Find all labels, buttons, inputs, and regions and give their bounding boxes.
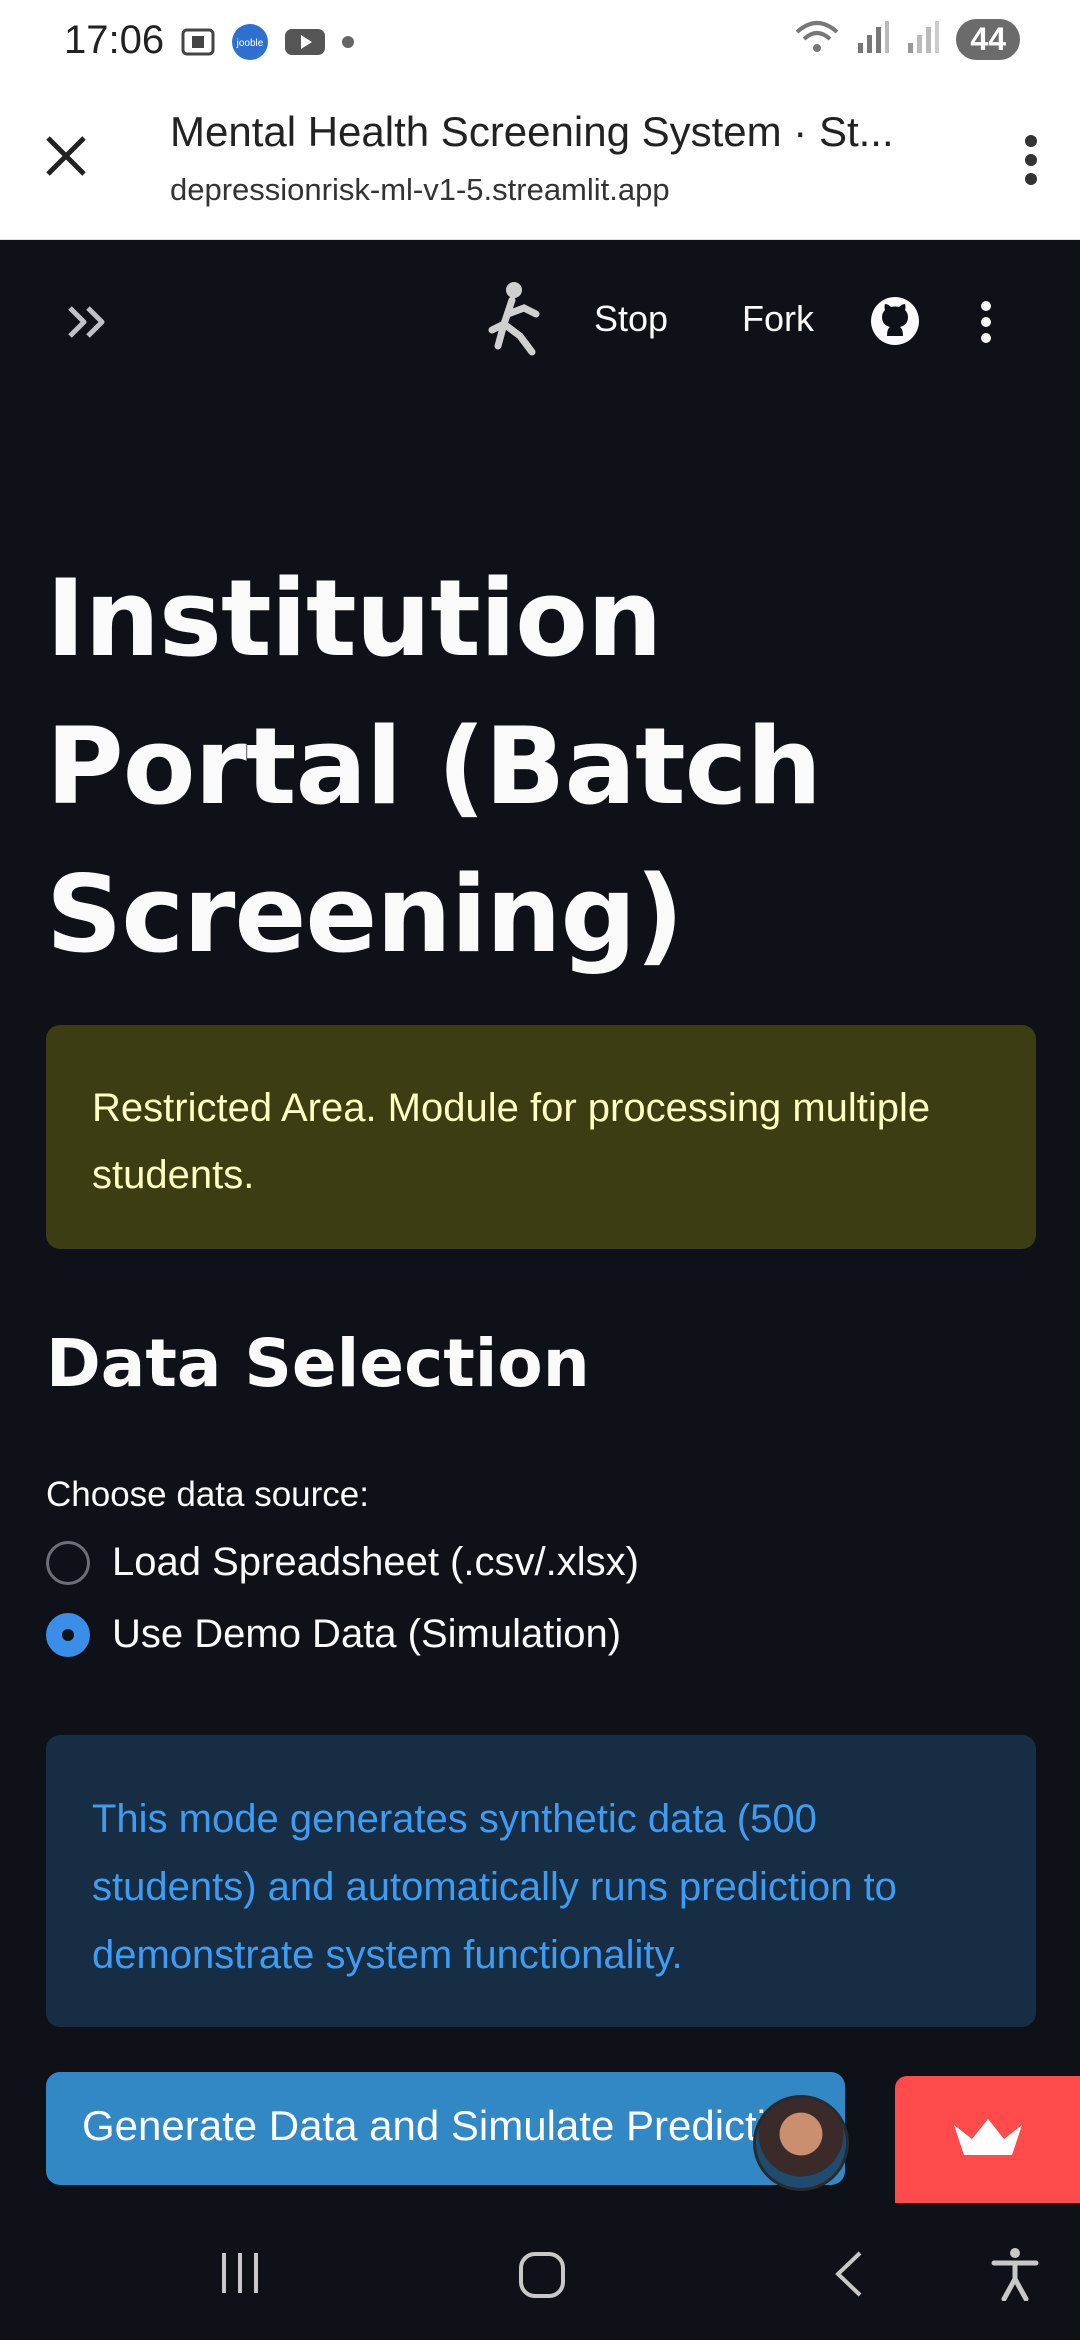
notification-icons: jooble	[180, 22, 356, 67]
section-heading: Data Selection	[46, 1325, 590, 1402]
page-title: Institution Portal (Batch Screening)	[46, 557, 822, 976]
github-icon[interactable]	[870, 296, 920, 351]
button-label: Generate Data and Simulate Predicti	[82, 2102, 767, 2149]
home-icon[interactable]	[518, 2251, 566, 2304]
status-bar: 17:06 jooble 44	[0, 0, 1080, 88]
youtube-icon	[284, 26, 326, 63]
streamlit-logo-badge[interactable]	[895, 2076, 1080, 2203]
screenshot-icon	[180, 24, 216, 65]
info-text: This mode generates synthetic data (500 …	[92, 1797, 897, 1977]
stop-button[interactable]: Stop	[594, 298, 668, 340]
warning-alert: Restricted Area. Module for processing m…	[46, 1025, 1036, 1249]
sidebar-expand-icon[interactable]	[66, 302, 110, 347]
info-alert: This mode generates synthetic data (500 …	[46, 1735, 1036, 2027]
browser-menu-icon[interactable]	[1024, 134, 1038, 191]
status-time: 17:06	[64, 18, 165, 62]
main-menu-icon[interactable]	[980, 300, 992, 349]
running-man-icon	[484, 280, 544, 361]
page-tab-title: Mental Health Screening System · St...	[170, 108, 894, 155]
system-icons: 44	[794, 18, 1020, 61]
signal-icon-2	[906, 19, 940, 60]
browser-toolbar: Mental Health Screening System · St... d…	[0, 88, 1080, 240]
wifi-icon	[794, 18, 840, 61]
close-icon[interactable]	[42, 132, 90, 185]
radio-button-unchecked[interactable]	[46, 1540, 90, 1585]
streamlit-toolbar: Stop Fork	[0, 240, 1080, 405]
radio-option-spreadsheet[interactable]: Load Spreadsheet (.csv/.xlsx)	[46, 1540, 639, 1585]
radio-option-label: Load Spreadsheet (.csv/.xlsx)	[112, 1540, 639, 1584]
avatar[interactable]	[753, 2095, 849, 2191]
back-icon[interactable]	[830, 2249, 866, 2304]
radio-option-demo[interactable]: Use Demo Data (Simulation)	[46, 1612, 621, 1657]
radio-button-checked[interactable]	[46, 1612, 90, 1657]
jooble-icon: jooble	[230, 22, 270, 67]
signal-icon	[856, 19, 890, 60]
dot-icon	[340, 34, 356, 55]
warning-text: Restricted Area. Module for processing m…	[92, 1086, 931, 1197]
crown-icon	[950, 2117, 1026, 2162]
fork-button[interactable]: Fork	[742, 298, 814, 340]
android-nav-bar	[0, 2203, 1080, 2340]
radio-option-label: Use Demo Data (Simulation)	[112, 1612, 622, 1656]
battery-indicator: 44	[956, 19, 1020, 60]
accessibility-icon[interactable]	[990, 2247, 1040, 2306]
recents-icon[interactable]	[218, 2251, 262, 2300]
url-display[interactable]: depressionrisk-ml-v1-5.streamlit.app	[170, 172, 670, 208]
svg-text:jooble: jooble	[236, 38, 264, 49]
generate-simulate-button[interactable]: Generate Data and Simulate Predicti	[46, 2072, 845, 2185]
radio-group-label: Choose data source:	[46, 1475, 369, 1514]
